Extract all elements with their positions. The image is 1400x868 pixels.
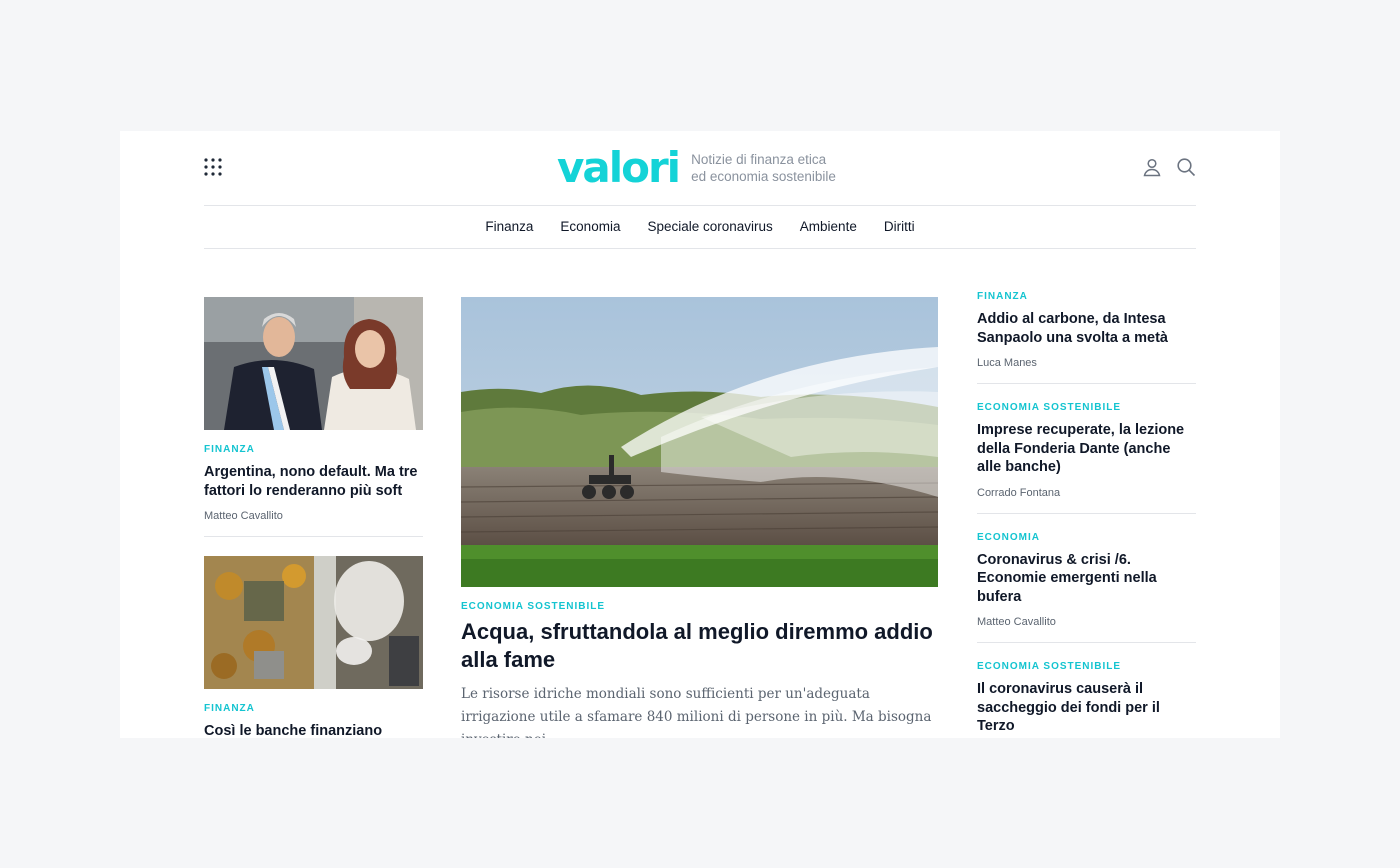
featured-title[interactable]: Acqua, sfruttandola al meglio diremmo ad… bbox=[461, 618, 938, 674]
article-title[interactable]: Coronavirus & crisi /6. Economie emergen… bbox=[977, 551, 1196, 607]
article-author: Corrado Fontana bbox=[977, 486, 1061, 499]
left-column: Finanza Argentina, nono default. Ma tre … bbox=[204, 297, 423, 738]
nav-item-ambiente[interactable]: Ambiente bbox=[800, 219, 857, 234]
search-icon[interactable] bbox=[1176, 157, 1196, 177]
article-title[interactable]: Il coronavirus causerà il saccheggio dei… bbox=[977, 680, 1196, 736]
article-category[interactable]: Finanza bbox=[204, 703, 423, 714]
tagline-line-1: Notizie di finanza etica bbox=[691, 152, 827, 167]
featured-article[interactable]: Economia sostenibile Acqua, sfruttandola… bbox=[461, 297, 938, 738]
article-card[interactable]: Economia sostenibile Imprese recuperate,… bbox=[977, 384, 1196, 514]
nav-item-speciale-coronavirus[interactable]: Speciale coronavirus bbox=[647, 219, 772, 234]
article-category[interactable]: Economia sostenibile bbox=[977, 402, 1196, 413]
nav-item-finanza[interactable]: Finanza bbox=[485, 219, 533, 234]
article-thumbnail[interactable] bbox=[204, 297, 423, 430]
article-card[interactable]: Economia Coronavirus & crisi /6. Economi… bbox=[977, 514, 1196, 643]
main-nav: Finanza Economia Speciale coronavirus Am… bbox=[204, 205, 1196, 249]
article-card[interactable]: Finanza Così le banche finanziano bbox=[204, 556, 423, 738]
right-column: Finanza Addio al carbone, da Intesa Sanp… bbox=[977, 291, 1196, 738]
article-category[interactable]: Economia bbox=[977, 532, 1196, 543]
article-author: Luca Manes bbox=[977, 357, 1037, 369]
article-category[interactable]: Finanza bbox=[204, 444, 423, 455]
article-category[interactable]: Economia sostenibile bbox=[977, 661, 1196, 672]
featured-category[interactable]: Economia sostenibile bbox=[461, 601, 938, 612]
article-title[interactable]: Addio al carbone, da Intesa Sanpaolo una… bbox=[977, 310, 1196, 347]
featured-image[interactable] bbox=[461, 297, 938, 587]
nav-item-economia[interactable]: Economia bbox=[560, 219, 620, 234]
tagline-line-2: ed economia sostenibile bbox=[691, 169, 836, 184]
article-card[interactable]: Economia sostenibile Il coronavirus caus… bbox=[977, 643, 1196, 738]
article-category[interactable]: Finanza bbox=[977, 291, 1196, 302]
brand[interactable]: valori Notizie di finanza etica ed econo… bbox=[557, 147, 836, 189]
article-title[interactable]: Così le banche finanziano bbox=[204, 722, 423, 738]
article-author: Matteo Cavallito bbox=[977, 616, 1056, 628]
article-author: Matteo Cavallito bbox=[204, 510, 283, 522]
article-thumbnail[interactable] bbox=[204, 556, 423, 689]
featured-excerpt: Le risorse idriche mondiali sono suffici… bbox=[461, 686, 932, 738]
article-title[interactable]: Argentina, nono default. Ma tre fattori … bbox=[204, 463, 423, 500]
user-icon[interactable] bbox=[1142, 157, 1162, 177]
page-frame: valori Notizie di finanza etica ed econo… bbox=[120, 131, 1280, 738]
article-title[interactable]: Imprese recuperate, la lezione della Fon… bbox=[977, 421, 1196, 477]
article-card[interactable]: Finanza Argentina, nono default. Ma tre … bbox=[204, 297, 423, 537]
site-header: valori Notizie di finanza etica ed econo… bbox=[204, 131, 1196, 206]
article-card[interactable]: Finanza Addio al carbone, da Intesa Sanp… bbox=[977, 291, 1196, 384]
grid-dots-icon[interactable] bbox=[204, 158, 222, 176]
site-logo[interactable]: valori bbox=[557, 147, 681, 189]
site-tagline: Notizie di finanza etica ed economia sos… bbox=[691, 151, 836, 185]
nav-item-diritti[interactable]: Diritti bbox=[884, 219, 915, 234]
